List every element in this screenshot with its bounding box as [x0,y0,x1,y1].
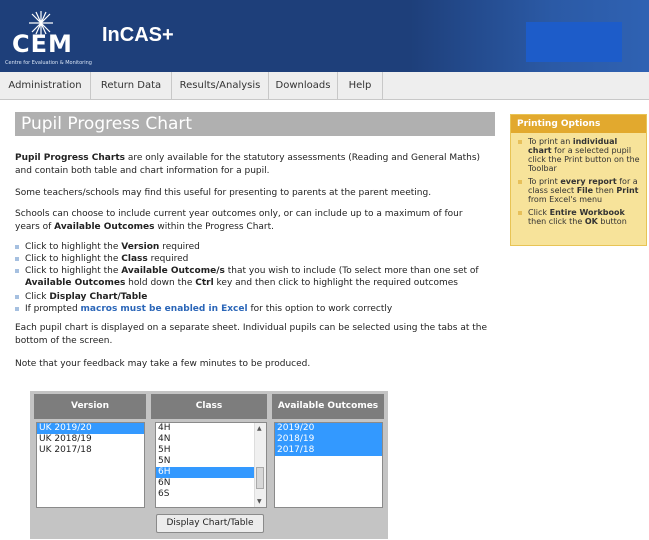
class-option[interactable]: 6N [156,478,266,489]
instruction-bullet-version: Click to highlight the Version required [15,241,495,253]
cem-logo-subtitle: Centre for Evaluation & Monitoring [5,60,92,66]
class-option[interactable]: 6S [156,489,266,500]
outcomes-text-b: within the Progress Chart. [154,222,274,232]
bullet-bold: Available Outcome/s [121,266,225,276]
parents-paragraph: Some teachers/schools may find this usef… [15,188,432,198]
pupil-sheet-paragraph: Each pupil chart is displayed on a separ… [15,323,487,346]
class-scrollbar[interactable]: ▲ ▼ [254,423,266,507]
print-tip-individual: To print an individual chart for a selec… [518,137,642,173]
app-name: InCAS+ [102,24,174,46]
outcome-option[interactable]: 2019/20 [275,423,382,434]
tip-text: Click [528,208,550,217]
class-option[interactable]: 6H [156,467,255,478]
version-option[interactable]: UK 2018/19 [37,434,144,445]
macros-link[interactable]: macros must be enabled in Excel [81,304,248,314]
intro-paragraph: Pupil Progress Charts are only available… [15,152,485,178]
tip-text: button [597,217,627,226]
printing-options-box: Printing Options To print an individual … [510,114,647,246]
version-listbox[interactable]: UK 2019/20 UK 2018/19 UK 2017/18 [36,422,145,508]
bullet-text: Click [25,292,50,302]
bullet-square-icon [15,269,19,273]
bullet-bold: Display Chart/Table [49,292,148,302]
instruction-bullet-class: Click to highlight the Class required [15,253,495,265]
version-option[interactable]: UK 2017/18 [37,445,144,456]
class-option[interactable]: 4N [156,434,266,445]
bullet-text: Click to highlight the [25,242,122,252]
bullet-square-icon [518,211,522,215]
outcomes-header: Available Outcomes [272,394,384,419]
cem-logo-text: CEM [12,30,73,58]
tip-text: To print an [528,137,573,146]
class-option[interactable]: 5N [156,456,266,467]
printing-options-title: Printing Options [511,115,646,133]
bullet-bold: Class [121,254,148,264]
nav-results-analysis[interactable]: Results/Analysis [172,72,269,99]
tip-text: then click the [528,217,585,226]
tip-bold: every report [560,177,617,186]
version-header: Version [34,394,146,419]
page-title: Pupil Progress Chart [21,114,193,134]
bullet-text: that you wish to include (To select more… [224,266,479,276]
intro-bold: Pupil Progress Charts [15,153,125,163]
bullet-text: hold down the [125,278,196,288]
bullet-bold: Ctrl [195,278,214,288]
bullet-square-icon [15,257,19,261]
bullet-text: required [159,242,200,252]
bullet-square-icon [15,245,19,249]
page-title-bar: Pupil Progress Chart [15,112,495,136]
nav-return-data[interactable]: Return Data [91,72,172,99]
feedback-note: Note that your feedback may take a few m… [15,359,311,369]
nav-help[interactable]: Help [338,72,383,99]
tip-bold: File [576,186,594,195]
bullet-text: If prompted [25,304,81,314]
instruction-bullet-macros: If prompted macros must be enabled in Ex… [15,303,495,315]
bullet-bold: Available Outcomes [25,278,126,288]
bullet-square-icon [518,140,522,144]
print-tip-every-report: To print every report for a class select… [518,177,642,204]
display-chart-button[interactable]: Display Chart/Table [156,514,264,533]
nav-administration[interactable]: Administration [0,72,91,99]
bullet-bold: Version [121,242,160,252]
bullet-square-icon [15,295,19,299]
tip-text: from Excel's menu [528,195,603,204]
main-nav: Administration Return Data Results/Analy… [0,72,649,100]
class-option[interactable]: 5H [156,445,266,456]
version-option[interactable]: UK 2019/20 [37,423,144,434]
bullet-text: required [147,254,189,264]
header-banner-block [526,22,622,62]
instruction-bullet-display: Click Display Chart/Table [15,291,495,303]
tip-bold: OK [584,217,598,226]
class-listbox[interactable]: 4H 4N 5H 5N 6H 6N 6S ▲ ▼ [155,422,267,508]
outcome-option[interactable]: 2017/18 [275,445,382,456]
bullet-text: Click to highlight the [25,266,122,276]
scroll-thumb[interactable] [256,467,264,489]
class-header: Class [151,394,267,419]
scroll-down-icon[interactable]: ▼ [257,498,262,505]
scroll-up-icon[interactable]: ▲ [257,425,262,432]
outcomes-bold: Available Outcomes [54,222,155,232]
bullet-square-icon [15,307,19,311]
outcomes-paragraph: Schools can choose to include current ye… [15,208,485,234]
nav-downloads[interactable]: Downloads [269,72,338,99]
bullet-text: key and then click to highlight the requ… [213,278,458,288]
print-tip-workbook: Click Entire Workbook then click the OK … [518,208,642,226]
app-header: CEM Centre for Evaluation & Monitoring I… [0,0,649,72]
tip-bold: Entire Workbook [549,208,625,217]
tip-text: To print [528,177,561,186]
outcomes-listbox[interactable]: 2019/20 2018/19 2017/18 [274,422,383,508]
outcome-option[interactable]: 2018/19 [275,434,382,445]
bullet-square-icon [518,180,522,184]
tip-bold: Print [616,186,639,195]
class-option[interactable]: 4H [156,423,266,434]
bullet-text: Click to highlight the [25,254,122,264]
instruction-bullet-outcomes: Click to highlight the Available Outcome… [15,265,495,289]
bullet-text: for this option to work correctly [247,304,393,314]
tip-text: then [593,186,617,195]
